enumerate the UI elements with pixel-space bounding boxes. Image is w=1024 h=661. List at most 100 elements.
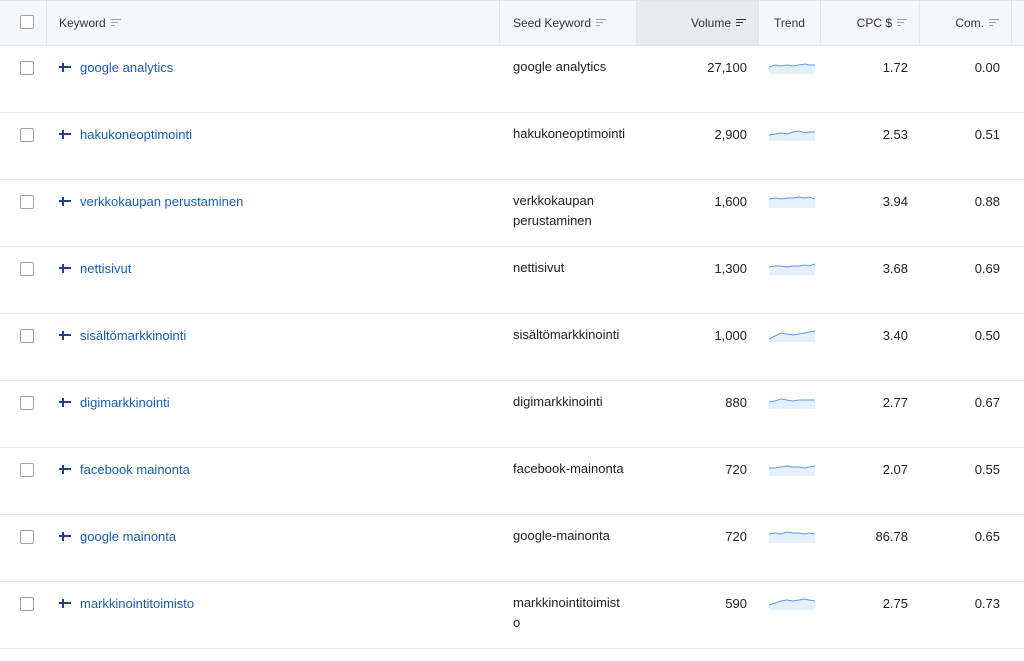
row-checkbox[interactable] <box>20 61 34 75</box>
keyword-link[interactable]: hakukoneoptimointi <box>80 127 192 142</box>
finland-flag-icon <box>59 398 71 407</box>
trend-cell <box>759 515 821 581</box>
column-header-cpc-label: CPC $ <box>856 16 892 30</box>
header-checkbox-cell <box>0 1 47 45</box>
keyword-link[interactable]: google analytics <box>80 60 173 75</box>
finland-flag-icon <box>59 532 71 541</box>
row-checkbox-cell <box>0 113 47 179</box>
row-checkbox[interactable] <box>20 396 34 410</box>
column-header-cpc[interactable]: CPC $ <box>821 1 920 45</box>
column-header-keyword-label: Keyword <box>59 16 106 30</box>
keyword-link[interactable]: markkinointitoimisto <box>80 596 194 611</box>
seed-keyword-text: nettisivut <box>513 260 565 275</box>
competition-cell: 0.73 <box>974 596 1000 611</box>
seed-keyword-text: google analytics <box>513 59 607 74</box>
trend-sparkline-icon <box>769 465 815 476</box>
column-header-competition[interactable]: Com. <box>920 1 1012 45</box>
column-header-seed-keyword[interactable]: Seed Keyword <box>500 1 637 45</box>
sort-icon[interactable] <box>897 19 907 27</box>
seed-keyword-cell: verkkokaupan perustaminen <box>500 180 637 246</box>
row-checkbox[interactable] <box>20 597 34 611</box>
keyword-table: Keyword Seed Keyword Volume Trend CPC $ … <box>0 0 1024 649</box>
trend-cell <box>759 448 821 514</box>
competition-cell: 0.51 <box>974 127 1000 142</box>
seed-keyword-cell: markkinointitoimisto <box>500 582 637 648</box>
column-header-volume[interactable]: Volume <box>637 1 759 45</box>
table-row: markkinointitoimisto markkinointitoimist… <box>0 582 1024 649</box>
row-checkbox[interactable] <box>20 262 34 276</box>
volume-cell: 27,100 <box>707 60 747 75</box>
sort-active-icon[interactable] <box>736 19 746 27</box>
cpc-cell: 2.53 <box>882 127 908 142</box>
seed-keyword-cell: digimarkkinointi <box>500 381 637 447</box>
keyword-cell: facebook mainonta <box>47 448 500 514</box>
seed-keyword-cell: nettisivut <box>500 247 637 313</box>
trend-sparkline-icon <box>769 63 815 74</box>
finland-flag-icon <box>59 197 71 206</box>
table-row: verkkokaupan perustaminen verkkokaupan p… <box>0 180 1024 247</box>
trend-sparkline-icon <box>769 130 815 141</box>
sort-icon[interactable] <box>110 19 121 27</box>
keyword-cell: google mainonta <box>47 515 500 581</box>
volume-cell: 1,000 <box>714 328 747 343</box>
row-checkbox-cell <box>0 381 47 447</box>
row-checkbox[interactable] <box>20 463 34 477</box>
row-checkbox[interactable] <box>20 195 34 209</box>
competition-cell: 0.67 <box>974 395 1000 410</box>
column-header-competition-label: Com. <box>955 16 984 30</box>
trend-sparkline-icon <box>769 531 815 543</box>
competition-cell: 0.69 <box>974 261 1000 276</box>
keyword-cell: sisältömarkkinointi <box>47 314 500 380</box>
trend-cell <box>759 113 821 179</box>
keyword-link[interactable]: verkkokaupan perustaminen <box>80 194 243 209</box>
seed-keyword-cell: hakukoneoptimointi <box>500 113 637 179</box>
table-row: facebook mainonta facebook-mainonta 720 … <box>0 448 1024 515</box>
seed-keyword-cell: sisältömarkkinointi <box>500 314 637 380</box>
trend-sparkline-icon <box>769 196 815 208</box>
competition-cell: 0.00 <box>974 60 1000 75</box>
row-checkbox[interactable] <box>20 329 34 343</box>
seed-keyword-text: markkinointitoimisto <box>513 595 620 630</box>
table-row: hakukoneoptimointi hakukoneoptimointi 2,… <box>0 113 1024 180</box>
row-checkbox-cell <box>0 46 47 112</box>
keyword-cell: google analytics <box>47 46 500 112</box>
finland-flag-icon <box>59 331 71 340</box>
cpc-cell: 3.68 <box>882 261 908 276</box>
column-header-keyword[interactable]: Keyword <box>47 1 500 45</box>
cpc-cell: 2.77 <box>882 395 908 410</box>
trend-sparkline-icon <box>769 398 815 409</box>
volume-cell: 720 <box>725 529 747 544</box>
keyword-link[interactable]: nettisivut <box>80 261 131 276</box>
trend-sparkline-icon <box>769 598 815 610</box>
row-checkbox-cell <box>0 448 47 514</box>
column-header-more <box>1012 1 1024 45</box>
seed-keyword-text: hakukoneoptimointi <box>513 126 626 141</box>
table-row: digimarkkinointi digimarkkinointi 880 2.… <box>0 381 1024 448</box>
sort-icon[interactable] <box>989 19 999 27</box>
trend-cell <box>759 582 821 648</box>
trend-cell <box>759 314 821 380</box>
table-row: google mainonta google-mainonta 720 86.7… <box>0 515 1024 582</box>
keyword-link[interactable]: google mainonta <box>80 529 176 544</box>
keyword-link[interactable]: digimarkkinointi <box>80 395 170 410</box>
seed-keyword-cell: google analytics <box>500 46 637 112</box>
trend-cell <box>759 381 821 447</box>
keyword-cell: digimarkkinointi <box>47 381 500 447</box>
trend-sparkline-icon <box>769 263 815 275</box>
table-row: nettisivut nettisivut 1,300 3.68 0.69 <box>0 247 1024 314</box>
row-checkbox[interactable] <box>20 530 34 544</box>
keyword-link[interactable]: facebook mainonta <box>80 462 190 477</box>
volume-cell: 720 <box>725 462 747 477</box>
seed-keyword-text: digimarkkinointi <box>513 394 603 409</box>
keyword-link[interactable]: sisältömarkkinointi <box>80 328 186 343</box>
cpc-cell: 2.07 <box>882 462 908 477</box>
sort-icon[interactable] <box>596 19 607 27</box>
row-checkbox[interactable] <box>20 128 34 142</box>
finland-flag-icon <box>59 465 71 474</box>
table-header: Keyword Seed Keyword Volume Trend CPC $ … <box>0 0 1024 46</box>
table-body: google analytics google analytics 27,100… <box>0 46 1024 649</box>
row-checkbox-cell <box>0 582 47 648</box>
select-all-checkbox[interactable] <box>20 15 34 29</box>
trend-sparkline-icon <box>769 330 815 342</box>
volume-cell: 1,300 <box>714 261 747 276</box>
